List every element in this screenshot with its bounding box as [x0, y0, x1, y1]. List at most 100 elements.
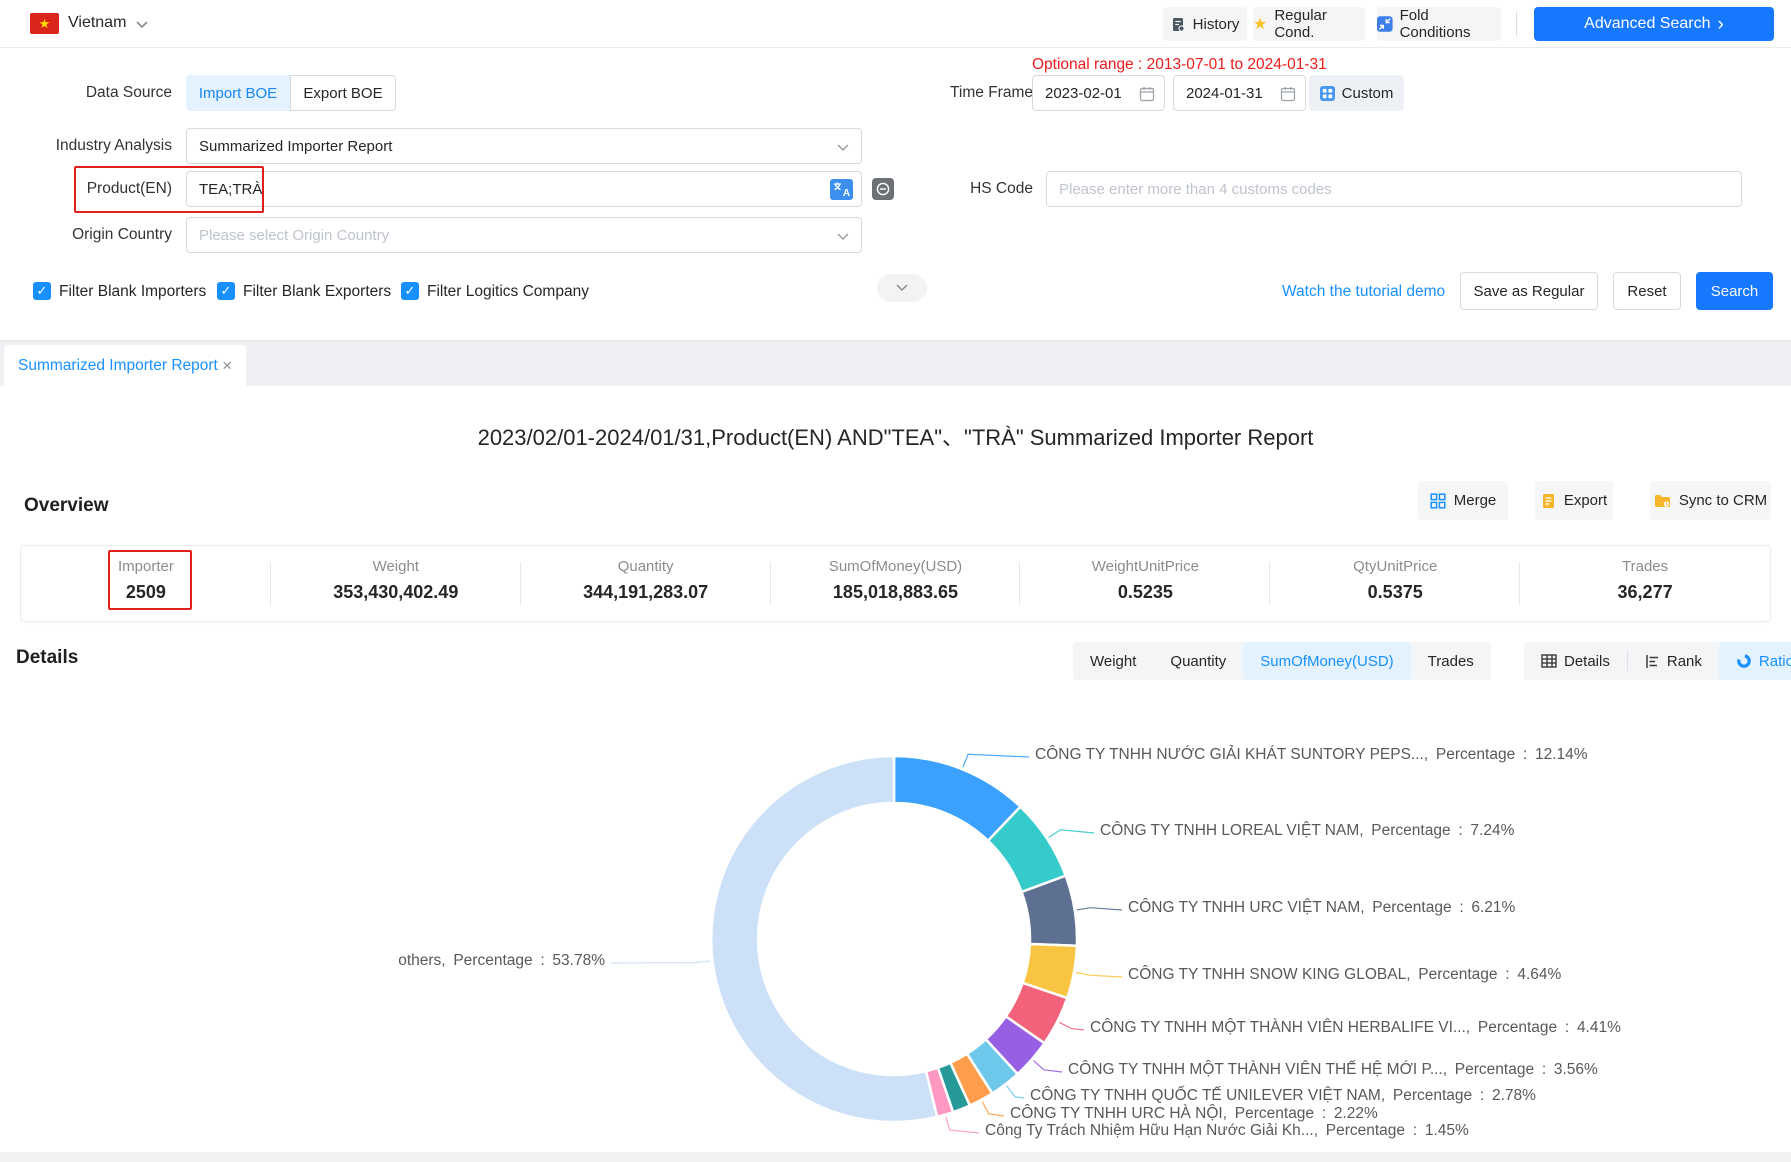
data-source-label: Data Source [22, 84, 172, 102]
tab-details[interactable]: Details [1524, 642, 1627, 680]
merge-button[interactable]: Merge [1418, 481, 1508, 520]
stat-sum-of-money: SumOfMoney(USD)185,018,883.65 [771, 546, 1021, 621]
filter-blank-exporters-label: Filter Blank Exporters [243, 282, 391, 301]
chart-leader-line [963, 754, 1029, 767]
tab-quantity[interactable]: Quantity [1153, 642, 1243, 680]
tab-ratio[interactable]: Ratio [1719, 642, 1791, 680]
fold-conditions-button[interactable]: Fold Conditions [1377, 7, 1501, 41]
regular-cond-button[interactable]: ★ Regular Cond. [1253, 7, 1365, 41]
time-frame-start-input[interactable]: 2023-02-01 [1032, 75, 1165, 111]
industry-analysis-select[interactable]: Summarized Importer Report [186, 128, 862, 164]
tab-trades[interactable]: Trades [1411, 642, 1491, 680]
custom-range-button[interactable]: Custom [1309, 75, 1404, 111]
export-boe-tab[interactable]: Export BOE [290, 75, 396, 111]
translate-icon[interactable]: A [830, 179, 853, 200]
rank-view-label: Rank [1667, 653, 1702, 670]
chart-label-0: CÔNG TY TNHH NƯỚC GIẢI KHÁT SUNTORY PEPS… [1035, 746, 1588, 764]
report-title: 2023/02/01-2024/01/31,Product(EN) AND"TE… [0, 420, 1791, 452]
end-date-value: 2024-01-31 [1186, 85, 1263, 102]
history-button[interactable]: History [1163, 7, 1247, 41]
product-en-label: Product(EN) [22, 180, 172, 198]
collapse-form-button[interactable] [877, 274, 927, 302]
chevron-right-icon: › [1717, 15, 1723, 34]
export-icon [1541, 493, 1556, 509]
ratio-view-label: Ratio [1759, 653, 1791, 670]
hs-code-input[interactable]: Please enter more than 4 customs codes [1046, 171, 1742, 207]
filter-blank-importers-label: Filter Blank Importers [59, 282, 206, 301]
stat-label: Importer [21, 558, 271, 575]
filter-blank-exporters-checkbox[interactable]: ✓ [217, 282, 235, 300]
advanced-search-label: Advanced Search [1584, 15, 1710, 33]
stat-importer: Importer2509 [21, 546, 271, 621]
product-en-input[interactable]: TEA;TRÀ A [186, 171, 862, 207]
overview-heading: Overview [24, 495, 109, 517]
details-heading: Details [16, 647, 78, 669]
chart-label-4: CÔNG TY TNHH MỘT THÀNH VIÊN HERBALIFE VI… [1090, 1019, 1621, 1037]
tab-rank[interactable]: Rank [1628, 642, 1719, 680]
close-icon[interactable]: × [222, 356, 232, 376]
tab-weight[interactable]: Weight [1073, 642, 1153, 680]
chart-leader-line [1076, 973, 1122, 977]
export-button[interactable]: Export [1535, 481, 1613, 520]
donut-segment-10[interactable] [711, 756, 937, 1122]
history-icon [1171, 17, 1186, 32]
chart-label-10: others, Percentage : 53.78% [398, 952, 605, 970]
stat-weight-unit-price: WeightUnitPrice0.5235 [1020, 546, 1270, 621]
tab-title: Summarized Importer Report [18, 357, 222, 375]
hs-code-label: HS Code [880, 180, 1033, 198]
filter-blank-importers-checkbox[interactable]: ✓ [33, 282, 51, 300]
tab-sum-of-money[interactable]: SumOfMoney(USD) [1243, 642, 1410, 680]
vietnam-flag-icon[interactable]: ★ [30, 13, 59, 34]
industry-analysis-value: Summarized Importer Report [199, 138, 392, 155]
sync-to-crm-label: Sync to CRM [1679, 492, 1767, 509]
svg-text:A: A [843, 188, 850, 199]
chart-label-1: CÔNG TY TNHH LOREAL VIỆT NAM, Percentage… [1100, 822, 1514, 840]
sync-to-crm-button[interactable]: Sync to CRM [1650, 481, 1771, 520]
industry-analysis-label: Industry Analysis [22, 137, 172, 155]
tutorial-link[interactable]: Watch the tutorial demo [1282, 283, 1445, 301]
start-date-value: 2023-02-01 [1045, 85, 1122, 102]
chart-leader-line [611, 961, 710, 963]
origin-country-select[interactable]: Please select Origin Country [186, 217, 862, 253]
time-frame-label: Time Frame [880, 84, 1033, 102]
merge-label: Merge [1454, 492, 1497, 509]
filter-logitics-company-checkbox[interactable]: ✓ [401, 282, 419, 300]
time-frame-end-input[interactable]: 2024-01-31 [1173, 75, 1306, 111]
chart-leader-line [1059, 1022, 1084, 1030]
origin-country-placeholder: Please select Origin Country [199, 227, 389, 244]
search-button[interactable]: Search [1696, 272, 1773, 310]
hs-code-placeholder: Please enter more than 4 customs codes [1059, 181, 1332, 198]
chart-label-5: CÔNG TY TNHH MỘT THÀNH VIÊN THẾ HỆ MỚI P… [1068, 1061, 1598, 1079]
stat-value: 344,191,283.07 [521, 582, 771, 603]
export-label: Export [1564, 492, 1607, 509]
custom-icon [1320, 86, 1335, 101]
stat-label: Weight [271, 558, 521, 575]
stat-value: 0.5235 [1020, 582, 1270, 603]
chart-label-7: CÔNG TY TNHH URC HÀ NỘI, Percentage : 2.… [1010, 1105, 1378, 1123]
details-view-label: Details [1564, 653, 1610, 670]
reset-button[interactable]: Reset [1613, 272, 1681, 310]
regular-cond-label: Regular Cond. [1274, 7, 1365, 41]
stat-quantity: Quantity 344,191,283.07 [521, 546, 771, 621]
chevron-down-icon [837, 144, 849, 152]
chart-leader-line [1077, 908, 1122, 910]
top-bar: ★ Vietnam History ★ Regular Cond. Fold C… [0, 0, 1791, 48]
tab-bar [0, 340, 1791, 386]
metric-tab-group: Weight Quantity SumOfMoney(USD) Trades [1073, 642, 1491, 680]
save-as-regular-button[interactable]: Save as Regular [1460, 272, 1598, 310]
stat-value: 185,018,883.65 [771, 582, 1021, 603]
stat-label: Quantity [521, 558, 771, 575]
chart-leader-line [1033, 1061, 1062, 1072]
bottom-strip [0, 1152, 1791, 1162]
advanced-search-button[interactable]: Advanced Search › [1534, 7, 1774, 41]
import-boe-tab[interactable]: Import BOE [186, 75, 290, 111]
tab-summarized-importer-report[interactable]: Summarized Importer Report × [4, 345, 246, 386]
history-label: History [1193, 16, 1240, 33]
chart-leader-line [982, 1102, 1004, 1116]
stat-value: 36,277 [1520, 582, 1770, 603]
chart-label-3: CÔNG TY TNHH SNOW KING GLOBAL, Percentag… [1128, 966, 1561, 984]
country-selector[interactable]: Vietnam [68, 14, 126, 32]
chevron-down-icon[interactable] [136, 21, 148, 29]
fold-icon [1377, 16, 1393, 32]
page: ★ Vietnam History ★ Regular Cond. Fold C… [0, 0, 1791, 1162]
